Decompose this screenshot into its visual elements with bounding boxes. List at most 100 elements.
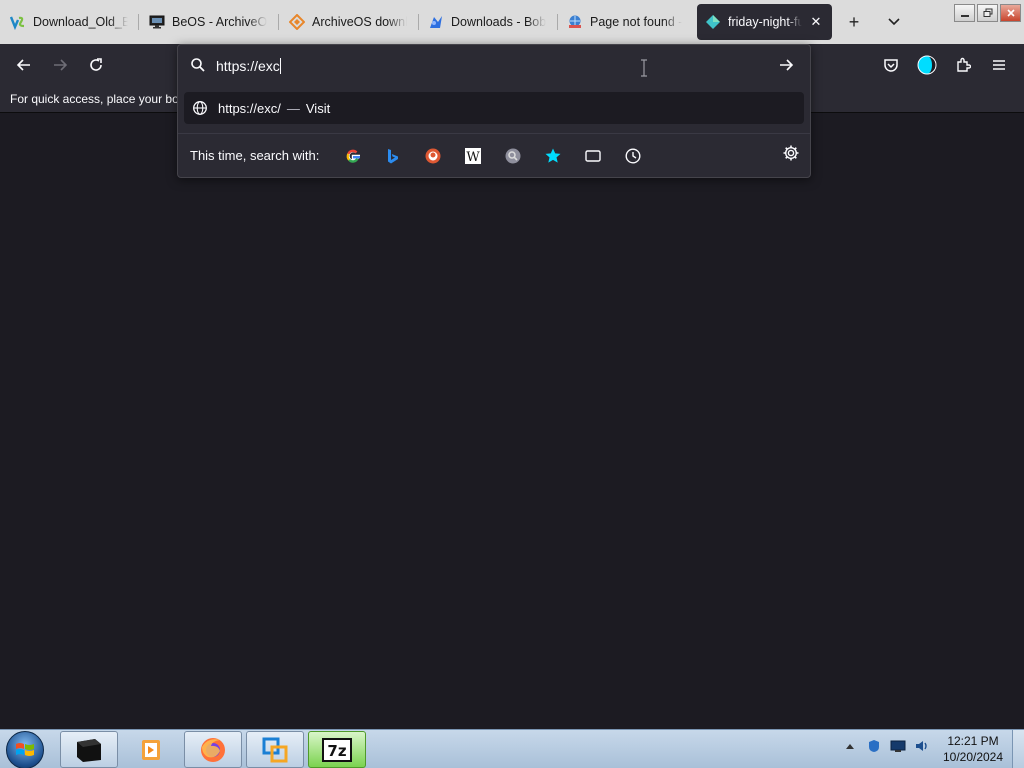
text-caret xyxy=(279,58,281,74)
tab-close-icon[interactable]: ✕ xyxy=(808,14,824,30)
taskbar-7zip[interactable]: 7z xyxy=(308,731,366,768)
svg-text:W: W xyxy=(467,150,481,165)
tab-archiveos-download[interactable]: ArchiveOS downl xyxy=(281,4,415,40)
tab-title: Downloads - Bob xyxy=(451,15,546,29)
go-button[interactable] xyxy=(778,57,794,76)
chevron-down-icon xyxy=(888,18,900,26)
tab-downloads-bob[interactable]: Downloads - Bob xyxy=(420,4,554,40)
tab-friday-night-funkin[interactable]: friday-night-fu ✕ xyxy=(697,4,832,40)
chevron-up-icon xyxy=(846,744,854,749)
back-button[interactable] xyxy=(9,50,39,80)
tab-download-old-b[interactable]: Download_Old_B xyxy=(2,4,136,40)
volume-icon[interactable] xyxy=(914,738,930,754)
search-settings-button[interactable] xyxy=(782,144,800,165)
suggestion-action: Visit xyxy=(305,100,331,116)
system-clock[interactable]: 12:21 PM 10/20/2024 xyxy=(938,733,1008,765)
list-all-tabs-button[interactable] xyxy=(880,8,908,36)
tabs-icon xyxy=(585,149,602,162)
minimize-icon xyxy=(960,15,969,17)
page-content[interactable] xyxy=(0,113,1024,729)
network-icon[interactable] xyxy=(890,738,906,754)
url-suggestion-row[interactable]: https://exc/ — Visit xyxy=(184,92,804,124)
extensions-button[interactable] xyxy=(948,50,978,80)
hamburger-menu-icon xyxy=(993,60,1005,70)
show-desktop-button[interactable] xyxy=(1012,730,1024,768)
taskbar-firefox[interactable] xyxy=(184,731,242,768)
tab-strip: Download_Old_B BeOS - ArchiveOS ArchiveO… xyxy=(0,0,1024,44)
ibeam-cursor-icon xyxy=(640,59,648,80)
account-button[interactable] xyxy=(912,50,942,80)
taskbar-terminal[interactable] xyxy=(60,731,118,768)
bob-logo-icon xyxy=(428,14,444,30)
restore-button[interactable] xyxy=(977,4,998,22)
window-controls xyxy=(954,4,1021,22)
suggestion-separator: — xyxy=(286,100,300,116)
reload-icon xyxy=(90,58,102,71)
globe-icon xyxy=(192,100,208,116)
tab-separator xyxy=(138,14,139,30)
tabs-search-button[interactable] xyxy=(573,142,613,170)
globe-book-icon xyxy=(567,14,583,30)
7zip-icon: 7z xyxy=(322,737,352,762)
pocket-icon xyxy=(884,59,898,72)
action-center-icon[interactable] xyxy=(866,738,882,754)
close-window-button[interactable] xyxy=(1000,4,1021,22)
clock-date: 10/20/2024 xyxy=(942,750,1004,764)
urlbar-dropdown: https://exc https://exc/ — Visit This ti… xyxy=(177,44,811,178)
media-player-icon xyxy=(142,739,160,760)
replit-diamond-icon xyxy=(705,14,721,30)
bookmarks-empty-hint: For quick access, place your boo xyxy=(10,92,186,106)
forward-button[interactable] xyxy=(45,50,75,80)
windows-logo-icon xyxy=(16,743,34,756)
tab-title: Page not found - xyxy=(590,15,683,29)
wikipedia-search-button[interactable]: W xyxy=(453,142,493,170)
tab-title: Download_Old_B xyxy=(33,15,128,29)
bing-search-button[interactable] xyxy=(373,142,413,170)
tab-separator xyxy=(557,14,558,30)
suggestion-url: https://exc/ xyxy=(218,100,281,116)
tab-page-not-found[interactable]: Page not found - xyxy=(559,4,693,40)
search-engine-oneoffs: This time, search with: W xyxy=(178,133,810,177)
search-icon xyxy=(190,57,206,76)
bookmarks-search-button[interactable] xyxy=(533,142,573,170)
google-search-button[interactable] xyxy=(333,142,373,170)
tab-title: ArchiveOS downl xyxy=(312,15,407,29)
arrow-right-icon xyxy=(780,59,794,71)
wikipedia-icon: W xyxy=(465,147,482,165)
firefox-icon xyxy=(201,737,225,762)
reload-button[interactable] xyxy=(81,50,111,80)
tab-separator xyxy=(278,14,279,30)
taskbar-virtualbox[interactable] xyxy=(246,731,304,768)
restore-icon xyxy=(983,8,992,17)
start-button[interactable] xyxy=(6,731,44,768)
pocket-button[interactable] xyxy=(876,50,906,80)
history-search-button[interactable] xyxy=(613,142,653,170)
gear-icon xyxy=(783,145,799,161)
close-icon xyxy=(1006,9,1015,17)
bookmarks-star-icon xyxy=(545,148,561,163)
minimize-button[interactable] xyxy=(954,4,975,22)
custom-search-button[interactable] xyxy=(493,142,533,170)
show-hidden-icons-button[interactable] xyxy=(842,738,858,754)
app-menu-button[interactable] xyxy=(984,50,1014,80)
puzzle-icon xyxy=(957,57,971,72)
url-text: https://exc xyxy=(216,58,281,74)
tab-title: friday-night-fu xyxy=(728,15,802,29)
virtualization-icon xyxy=(262,737,288,762)
search-engine-icon xyxy=(505,148,521,163)
terminal-box-icon xyxy=(77,738,101,762)
duckduckgo-icon xyxy=(425,148,441,163)
taskbar-media-player[interactable] xyxy=(122,731,180,768)
tab-title: BeOS - ArchiveOS xyxy=(172,15,267,29)
system-tray xyxy=(842,738,930,754)
url-input[interactable]: https://exc xyxy=(178,45,810,87)
new-tab-button[interactable]: + xyxy=(840,8,868,36)
search-with-label: This time, search with: xyxy=(190,148,320,163)
tab-separator xyxy=(418,14,419,30)
archiveos-diamond-icon xyxy=(289,14,305,30)
duckduckgo-search-button[interactable] xyxy=(413,142,453,170)
google-icon xyxy=(346,149,361,163)
monitor-icon xyxy=(149,14,165,30)
tab-beos-archiveos[interactable]: BeOS - ArchiveOS xyxy=(141,4,275,40)
toolbar-right-icons xyxy=(876,44,1014,86)
